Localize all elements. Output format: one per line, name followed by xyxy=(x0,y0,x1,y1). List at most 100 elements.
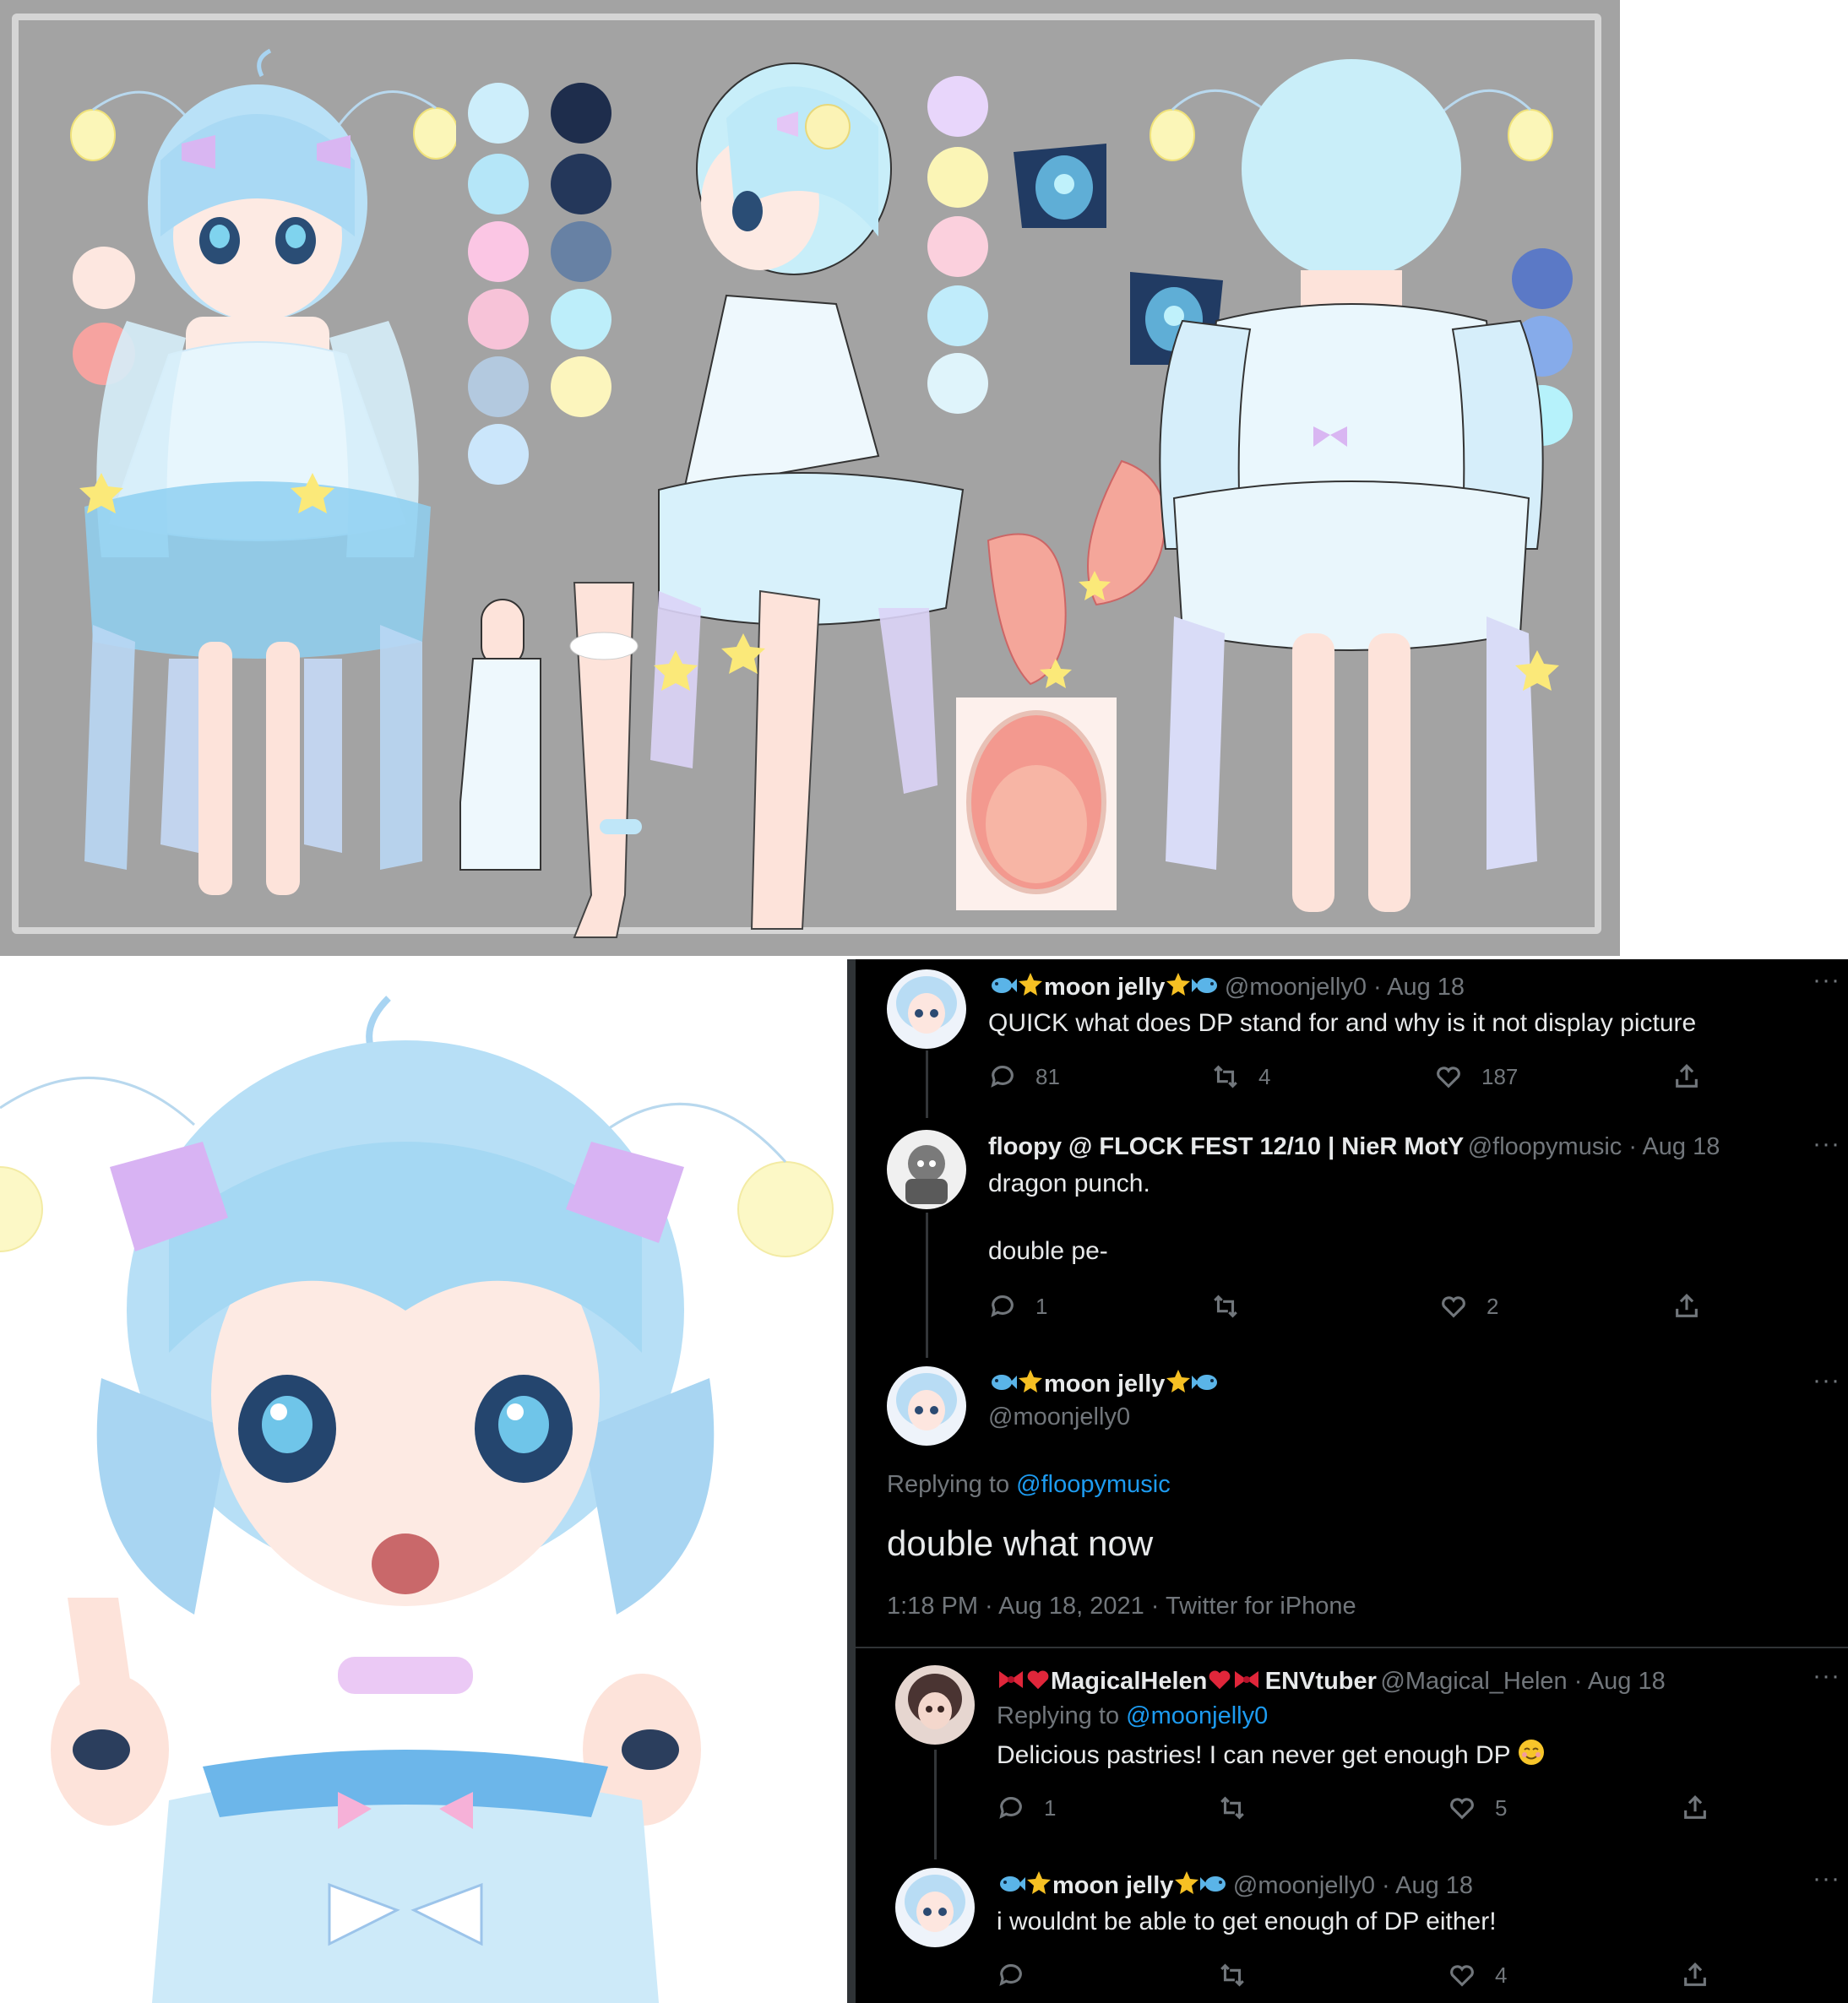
display-name[interactable]: floopy @ FLOCK FEST 12/10 | NieR MotY xyxy=(988,1133,1464,1160)
star-icon xyxy=(1165,1368,1192,1399)
like-count: 4 xyxy=(1495,1962,1508,1988)
more-options-icon[interactable]: ··· xyxy=(1813,1130,1840,1159)
fish-icon xyxy=(1192,1370,1220,1399)
tweet-text: Delicious pastries! I can never get enou… xyxy=(997,1738,1546,1776)
retweet-button[interactable] xyxy=(1218,1961,1265,1989)
like-count: 187 xyxy=(1481,1063,1519,1089)
ribbon-icon xyxy=(1232,1667,1261,1696)
tweet-timestamp[interactable]: 1:18 PM · Aug 18, 2021 · Twitter for iPh… xyxy=(887,1593,1356,1620)
reply-button[interactable]: 1 xyxy=(988,1292,1047,1321)
heart-icon xyxy=(1442,1296,1465,1318)
tweet-2[interactable]: floopy @ FLOCK FEST 12/10 | NieR MotY @f… xyxy=(878,1123,1848,1343)
share-icon xyxy=(1676,1064,1698,1088)
handle[interactable]: @moonjelly0 · Aug 18 xyxy=(1233,1872,1473,1899)
fish-icon xyxy=(988,1370,1017,1399)
reply-icon xyxy=(991,1295,1014,1317)
more-options-icon[interactable]: ··· xyxy=(1813,966,1840,995)
share-button[interactable] xyxy=(1681,1961,1709,1989)
reference-sheet xyxy=(0,0,1622,956)
like-button[interactable]: 4 xyxy=(1448,1961,1507,1989)
retweet-button[interactable] xyxy=(1211,1292,1258,1321)
handle[interactable]: @moonjelly0 · Aug 18 xyxy=(1225,974,1465,1001)
reply-button[interactable]: 81 xyxy=(988,1062,1060,1091)
color-swatch xyxy=(551,356,611,417)
share-icon xyxy=(1684,1795,1706,1819)
color-swatch xyxy=(468,83,529,144)
retweet-icon xyxy=(1214,1065,1237,1088)
color-swatch xyxy=(468,356,529,417)
thread-connector xyxy=(926,1050,928,1118)
avatar[interactable] xyxy=(887,969,966,1049)
avatar[interactable] xyxy=(887,1130,966,1209)
more-options-icon[interactable]: ··· xyxy=(1813,1865,1840,1893)
heart-icon xyxy=(1437,1067,1460,1088)
fish-icon xyxy=(1192,973,1220,1002)
fish-icon xyxy=(997,1871,1025,1901)
handle[interactable]: @Magical_Helen · Aug 18 xyxy=(1380,1668,1665,1695)
star-icon xyxy=(1165,971,1192,1002)
more-options-icon[interactable]: ··· xyxy=(1813,1366,1840,1395)
display-name-suffix[interactable]: ENVtuber xyxy=(1265,1668,1377,1695)
replying-to: Replying to @moonjelly0 xyxy=(997,1702,1269,1729)
character-headshot xyxy=(0,956,847,2003)
like-button[interactable]: 2 xyxy=(1439,1292,1498,1321)
retweet-icon xyxy=(1220,1963,1244,1987)
character-side-view xyxy=(650,62,965,930)
thread-connector xyxy=(926,1213,928,1358)
more-options-icon[interactable]: ··· xyxy=(1813,1662,1840,1691)
mention-link[interactable]: @moonjelly0 xyxy=(1126,1702,1268,1729)
share-button[interactable] xyxy=(1672,1292,1701,1321)
fish-icon xyxy=(988,973,1017,1002)
color-swatch xyxy=(468,154,529,214)
replying-to: Replying to @floopymusic xyxy=(887,1471,1171,1498)
retweet-count: 4 xyxy=(1258,1063,1271,1089)
handle[interactable]: @floopymusic · Aug 18 xyxy=(1468,1133,1720,1160)
like-button[interactable]: 187 xyxy=(1434,1062,1518,1091)
retweet-button[interactable]: 4 xyxy=(1211,1062,1270,1091)
tweet-5[interactable]: moon jelly @moonjelly0 · Aug 18 ··· i wo… xyxy=(887,1858,1848,2003)
color-swatch xyxy=(551,83,611,144)
like-count: 5 xyxy=(1495,1794,1508,1821)
fish-icon xyxy=(1200,1871,1229,1901)
heart-icon xyxy=(1025,1667,1051,1696)
tweet-text-line-1: dragon punch. xyxy=(988,1170,1150,1197)
share-button[interactable] xyxy=(1672,1062,1701,1091)
star-icon xyxy=(1173,1870,1200,1901)
share-button[interactable] xyxy=(1681,1794,1709,1822)
reply-button[interactable]: 1 xyxy=(997,1794,1056,1822)
display-name[interactable]: moon jelly xyxy=(1052,1872,1173,1899)
thread-connector xyxy=(934,1750,937,1859)
tweet-text-line-2: double pe- xyxy=(988,1237,1108,1265)
retweet-icon xyxy=(1220,1796,1244,1820)
handle[interactable]: @moonjelly0 xyxy=(988,1403,1130,1431)
display-name[interactable]: moon jelly xyxy=(1044,1371,1165,1398)
eye-detail-top xyxy=(1014,144,1106,228)
heart-icon xyxy=(1207,1667,1232,1696)
like-button[interactable]: 5 xyxy=(1448,1794,1507,1822)
heart-icon xyxy=(1450,1798,1474,1820)
mention-link[interactable]: @floopymusic xyxy=(1016,1471,1171,1498)
avatar[interactable] xyxy=(887,1366,966,1446)
tweet-focused[interactable]: moon jelly @moonjelly0 ··· Replying to @… xyxy=(878,1360,1848,1638)
display-name[interactable]: moon jelly xyxy=(1044,974,1165,1001)
color-swatch xyxy=(468,424,529,485)
reply-button[interactable] xyxy=(997,1961,1044,1989)
reply-icon xyxy=(999,1964,1022,1986)
star-icon xyxy=(1017,1368,1044,1399)
retweet-button[interactable] xyxy=(1218,1794,1265,1822)
mouth-detail xyxy=(956,698,1117,910)
relieved-face-icon xyxy=(1517,1738,1546,1776)
tweet-1[interactable]: moon jelly @moonjelly0 · Aug 18 ··· QUIC… xyxy=(878,959,1848,1111)
character-back-view xyxy=(1150,59,1559,912)
sleeve-part xyxy=(459,599,541,871)
color-swatch xyxy=(468,289,529,350)
display-name[interactable]: MagicalHelen xyxy=(1051,1668,1207,1695)
avatar[interactable] xyxy=(895,1868,975,1947)
avatar[interactable] xyxy=(895,1665,975,1745)
star-icon xyxy=(1025,1870,1052,1901)
color-swatch xyxy=(551,154,611,214)
reply-icon xyxy=(991,1066,1014,1088)
color-swatch xyxy=(551,221,611,282)
tweet-4[interactable]: MagicalHelen ENVtuber @Magical_Helen · A… xyxy=(887,1655,1848,1832)
character-front-view xyxy=(70,48,456,895)
